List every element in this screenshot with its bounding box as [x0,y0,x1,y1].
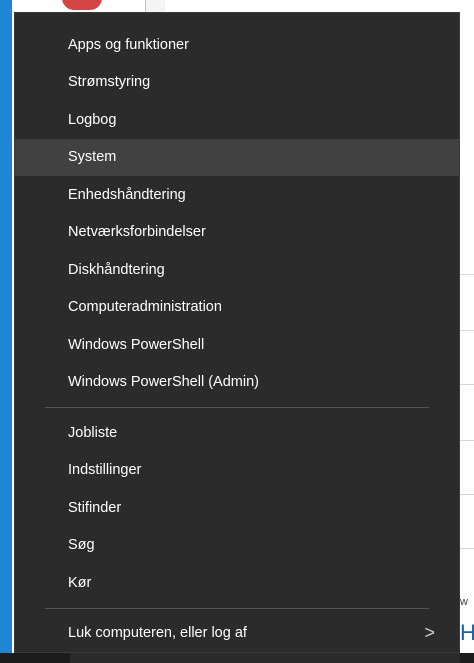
menu-item-label: Jobliste [68,424,118,441]
menu-item-label: Computeradministration [68,299,222,316]
menu-item-label: Søg [68,537,95,554]
menu-item-jobliste[interactable]: Jobliste [15,414,459,452]
background-divider [460,440,474,441]
menu-item-stromstyring[interactable]: Strømstyring [15,64,459,102]
menu-item-label: System [68,149,117,166]
menu-item-label: Apps og funktioner [68,36,189,53]
menu-item-label: Luk computeren, eller log af [68,625,247,642]
menu-item-system[interactable]: System [15,138,459,176]
taskbar-search-area [70,653,460,663]
menu-item-apps-og-funktioner[interactable]: Apps og funktioner [15,26,459,64]
menu-item-label: Stifinder [68,499,122,516]
menu-item-kor[interactable]: Kør [15,564,459,602]
menu-item-label: Diskhåndtering [68,261,165,278]
menu-separator [45,607,429,609]
background-window-right [460,0,474,663]
menu-separator [45,407,429,408]
menu-item-sog[interactable]: Søg [15,527,459,565]
menu-item-label: Logbog [68,111,117,128]
menu-item-logbog[interactable]: Logbog [15,101,459,139]
menu-item-label: Enhedshåndtering [68,186,186,203]
menu-item-indstillinger[interactable]: Indstillinger [15,452,459,490]
background-divider [460,494,474,495]
background-divider [460,384,474,385]
menu-item-label: Windows PowerShell [68,336,205,353]
menu-item-shutdown-or-sign-out[interactable]: Luk computeren, eller log af > [15,615,459,653]
background-divider [460,548,474,549]
menu-item-enhedshandtering[interactable]: Enhedshåndtering [15,176,459,214]
menu-item-label: Strømstyring [68,74,151,91]
menu-item-label: Windows PowerShell (Admin) [68,374,259,391]
menu-item-label: Netværksforbindelser [68,224,206,241]
menu-item-stifinder[interactable]: Stifinder [15,489,459,527]
background-divider [460,330,474,331]
menu-item-diskhandtering[interactable]: Diskhåndtering [15,251,459,289]
menu-item-label: Kør [68,574,92,591]
menu-item-windows-powershell-admin[interactable]: Windows PowerShell (Admin) [15,364,459,402]
background-link-fragment: H [460,620,474,645]
menu-item-computeradministration[interactable]: Computeradministration [15,289,459,327]
desktop-accent-strip [0,0,12,663]
power-user-menu: Apps og funktioner Strømstyring Logbog S… [14,12,460,653]
background-divider [460,274,474,275]
menu-item-label: Indstillinger [68,462,142,479]
background-text-fragment: w [460,596,468,608]
menu-item-windows-powershell[interactable]: Windows PowerShell [15,326,459,364]
chevron-right-icon: > [424,622,435,643]
menu-item-netvaerksforbindelser[interactable]: Netværksforbindelser [15,214,459,252]
